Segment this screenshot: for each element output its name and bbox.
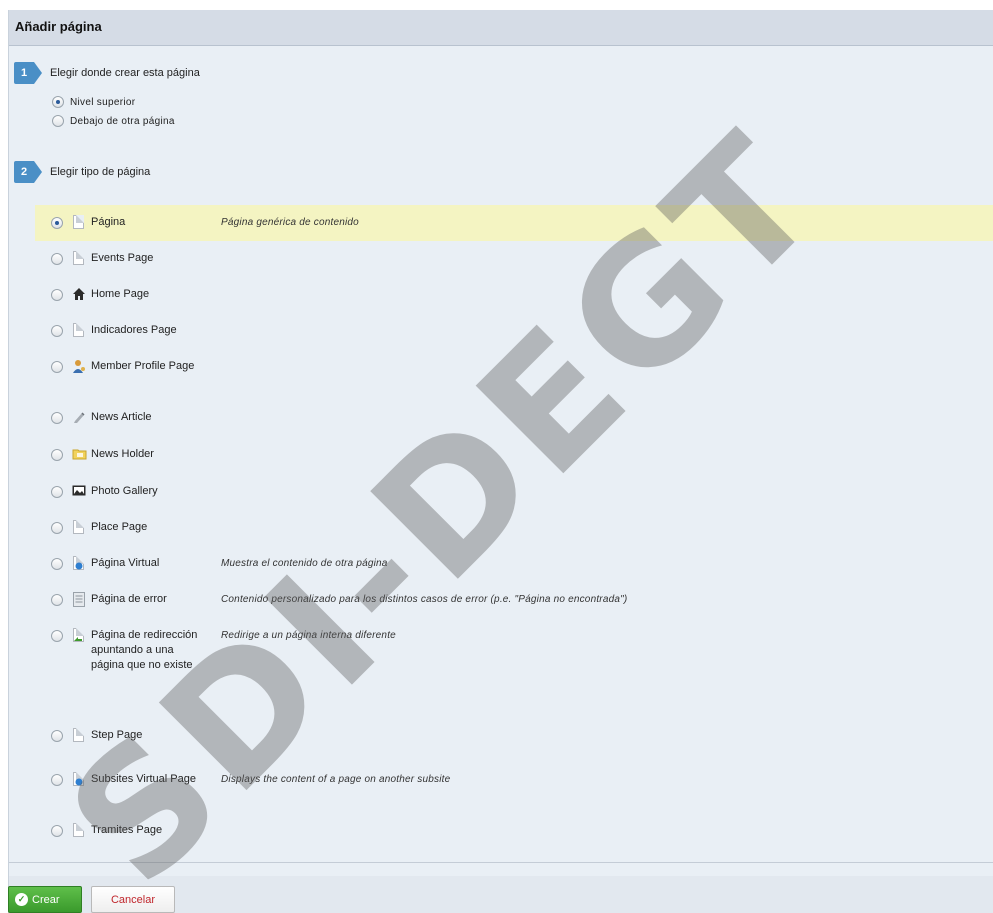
radio-pagina[interactable] xyxy=(51,217,63,229)
radio-news-article[interactable] xyxy=(51,412,63,424)
step-1-header: 1 Elegir donde crear esta página xyxy=(14,62,200,84)
page-type-description: Muestra el contenido de otra página xyxy=(221,558,388,569)
page-type-name: Tramites Page xyxy=(91,824,163,836)
page-type-name: Indicadores Page xyxy=(91,324,177,336)
step-2-label: Elegir tipo de página xyxy=(50,166,151,178)
photo-icon xyxy=(72,484,86,500)
page-icon xyxy=(72,823,86,839)
page-type-row-virtual[interactable]: Página Virtual Muestra el contenido de o… xyxy=(35,556,993,572)
footer-divider xyxy=(9,862,993,863)
radio-home-page[interactable] xyxy=(51,289,63,301)
page-type-name: News Holder xyxy=(91,448,154,460)
radio-top-level[interactable] xyxy=(52,96,64,108)
step-1-badge: 1 xyxy=(14,62,42,84)
folder-icon xyxy=(72,447,87,463)
page-type-description: Redirige a un página interna diferente xyxy=(221,630,396,641)
location-option-label: Nivel superior xyxy=(70,96,136,108)
page-type-row-pagina[interactable]: Página Página genérica de contenido xyxy=(35,205,993,241)
page-type-row-step[interactable]: Step Page xyxy=(35,728,993,744)
page-type-name: Events Page xyxy=(91,252,154,264)
step-2-header: 2 Elegir tipo de página xyxy=(14,161,150,183)
page-icon xyxy=(72,215,86,231)
page-type-row-indicadores[interactable]: Indicadores Page xyxy=(35,323,993,339)
radio-step-page[interactable] xyxy=(51,730,63,742)
home-icon xyxy=(72,287,86,303)
page-type-name: Photo Gallery xyxy=(91,485,158,497)
page-type-row-place[interactable]: Place Page xyxy=(35,520,993,536)
page-type-name: Página Virtual xyxy=(91,557,160,569)
page-icon xyxy=(72,728,86,744)
radio-virtual-page[interactable] xyxy=(51,558,63,570)
cancel-button-label: Cancelar xyxy=(110,893,156,906)
page-type-row-subsites-virtual[interactable]: Subsites Virtual Page Displays the conte… xyxy=(35,772,993,788)
create-button-label: Crear xyxy=(32,893,60,906)
action-bar: ✓ Crear Cancelar xyxy=(8,872,208,913)
error-page-icon xyxy=(72,592,86,608)
page-type-name: Step Page xyxy=(91,729,143,741)
page-type-row-tramites[interactable]: Tramites Page xyxy=(35,823,993,839)
dialog-title: Añadir página xyxy=(9,10,993,46)
step-2-badge: 2 xyxy=(14,161,42,183)
page-type-description: Displays the content of a page on anothe… xyxy=(221,774,451,785)
location-option-under-page[interactable]: Debajo de otra página xyxy=(52,115,175,127)
radio-photo-gallery[interactable] xyxy=(51,486,63,498)
page-type-row-redirect[interactable]: Página de redirección apuntando a una pá… xyxy=(35,628,993,673)
radio-error-page[interactable] xyxy=(51,594,63,606)
member-icon xyxy=(72,359,86,375)
page-type-name: Página xyxy=(91,216,126,228)
page-type-name: Subsites Virtual Page xyxy=(91,773,196,785)
cancel-button[interactable]: Cancelar xyxy=(91,886,175,913)
page-type-row-photo-gallery[interactable]: Photo Gallery xyxy=(35,484,993,500)
radio-indicadores-page[interactable] xyxy=(51,325,63,337)
step-1-label: Elegir donde crear esta página xyxy=(50,67,200,79)
page-type-row-error[interactable]: Página de error Contenido personalizado … xyxy=(35,592,993,608)
location-option-top-level[interactable]: Nivel superior xyxy=(52,96,135,108)
radio-under-page[interactable] xyxy=(52,115,64,127)
virtual-page-icon xyxy=(72,772,86,788)
page-type-name: Place Page xyxy=(91,521,148,533)
news-article-icon xyxy=(72,410,86,426)
page-type-name: Página de error xyxy=(91,593,167,605)
page-type-row-member-profile[interactable]: Member Profile Page xyxy=(35,359,993,375)
radio-tramites-page[interactable] xyxy=(51,825,63,837)
radio-events-page[interactable] xyxy=(51,253,63,265)
page-type-row-news-article[interactable]: News Article xyxy=(35,410,993,426)
page-type-row-events[interactable]: Events Page xyxy=(35,251,993,267)
page-icon xyxy=(72,520,86,536)
page-type-name: Member Profile Page xyxy=(91,360,195,372)
check-icon: ✓ xyxy=(15,893,28,906)
radio-member-profile-page[interactable] xyxy=(51,361,63,373)
page-type-description: Página genérica de contenido xyxy=(221,217,359,228)
location-option-label: Debajo de otra página xyxy=(70,115,175,127)
page-type-name: Home Page xyxy=(91,288,150,300)
add-page-dialog: Añadir página 1 Elegir donde crear esta … xyxy=(8,10,993,913)
page-icon xyxy=(72,251,86,267)
page-type-row-home[interactable]: Home Page xyxy=(35,287,993,303)
radio-place-page[interactable] xyxy=(51,522,63,534)
virtual-page-icon xyxy=(72,556,86,572)
page-type-row-news-holder[interactable]: News Holder xyxy=(35,447,993,463)
page-type-name: Página de redirección apuntando a una pá… xyxy=(91,629,198,671)
page-type-name: News Article xyxy=(91,411,152,423)
radio-news-holder[interactable] xyxy=(51,449,63,461)
redirect-icon xyxy=(72,628,86,644)
radio-subsites-virtual-page[interactable] xyxy=(51,774,63,786)
page-type-description: Contenido personalizado para los distint… xyxy=(221,594,628,605)
create-button[interactable]: ✓ Crear xyxy=(8,886,82,913)
page-icon xyxy=(72,323,86,339)
radio-redirect-page[interactable] xyxy=(51,630,63,642)
